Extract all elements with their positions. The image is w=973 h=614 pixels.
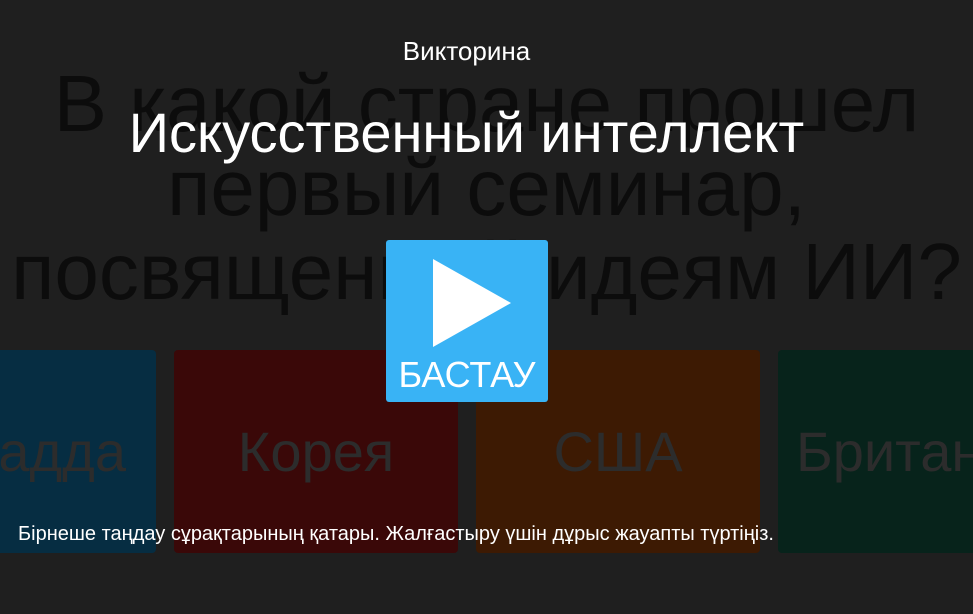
start-button-label: БАСТАУ bbox=[398, 354, 536, 395]
answer-label: Корея bbox=[237, 420, 395, 483]
answer-label: США bbox=[553, 420, 683, 483]
answer-label: Канадда bbox=[0, 420, 126, 483]
answer-tile-4: Британия bbox=[778, 350, 973, 553]
answer-label: Британия bbox=[796, 420, 973, 483]
quiz-title: Искусственный интеллект bbox=[128, 101, 805, 164]
quiz-start-screen: В какой стране прошел первый семинар, по… bbox=[0, 0, 973, 614]
start-button[interactable]: БАСТАУ bbox=[386, 240, 548, 402]
instructions-text: Бірнеше таңдау сұрақтарының қатары. Жалғ… bbox=[18, 523, 774, 545]
quiz-type-label: Викторина bbox=[402, 36, 531, 66]
play-icon bbox=[433, 259, 511, 347]
